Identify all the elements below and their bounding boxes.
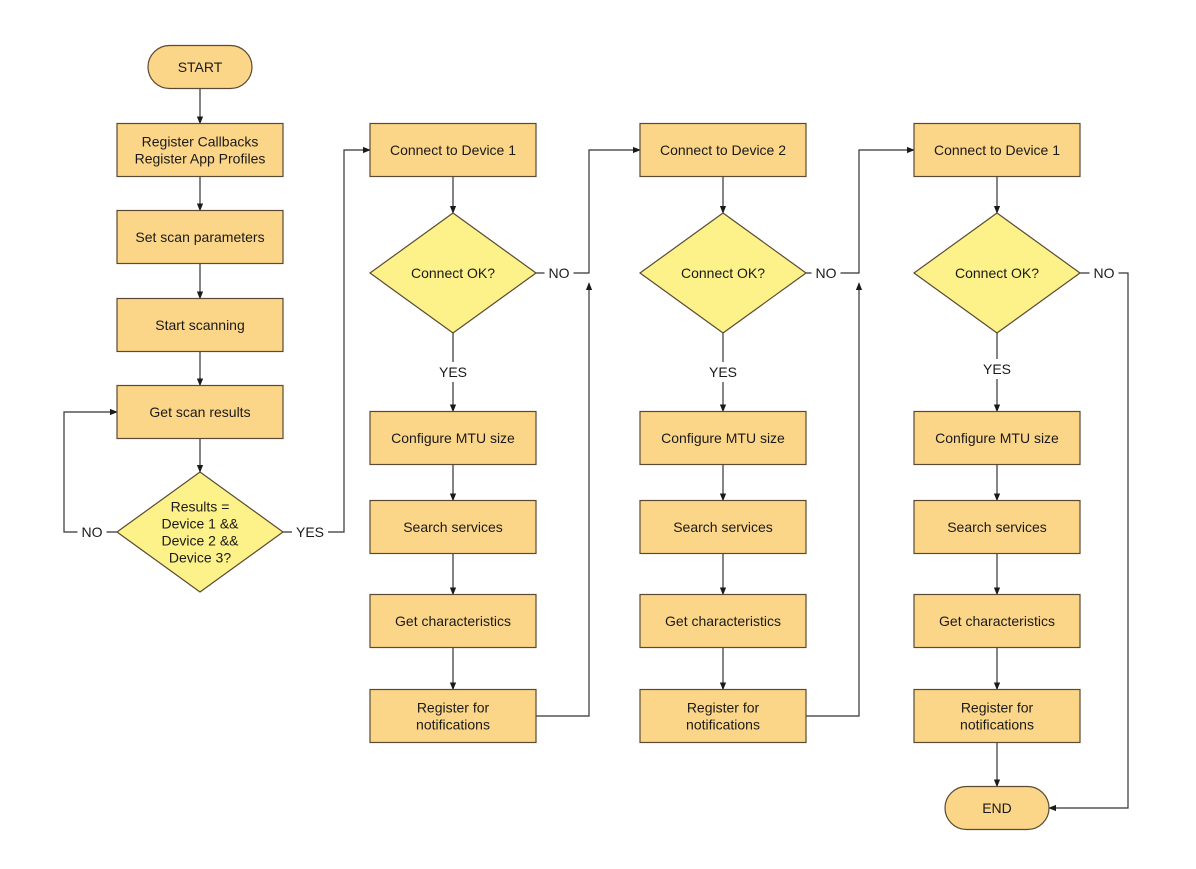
node-label: Register for <box>417 700 490 716</box>
node-label: Configure MTU size <box>935 430 1059 446</box>
node-label: Register Callbacks <box>142 134 259 150</box>
node-c2-mtu: Configure MTU size <box>639 410 807 466</box>
node-set-scan-params: Set scan parameters <box>116 209 284 265</box>
node-c3-notify: Register fornotifications <box>913 688 1081 744</box>
node-label: Configure MTU size <box>391 430 515 446</box>
node-c2-chars: Get characteristics <box>639 593 807 649</box>
edge-label-yes: YES <box>296 524 324 540</box>
edge-results-no-loop <box>63 408 118 533</box>
node-label: Get characteristics <box>939 613 1055 629</box>
node-label: Connect to Device 1 <box>934 142 1060 158</box>
edge-label-yes: YES <box>709 364 737 380</box>
flowchart: START Register CallbacksRegister App Prof… <box>63 44 1129 831</box>
node-label: Connect OK? <box>955 265 1039 281</box>
node-label: Connect to Device 1 <box>390 142 516 158</box>
node-label: Results = <box>171 499 230 515</box>
node-label: Search services <box>673 519 773 535</box>
node-start: START <box>147 44 253 90</box>
node-label: Configure MTU size <box>661 430 785 446</box>
node-c2-notify: Register fornotifications <box>639 688 807 744</box>
node-label: Get characteristics <box>665 613 781 629</box>
edge-results-yes-to-c1-connect <box>283 146 371 533</box>
node-label: START <box>178 59 223 75</box>
node-label: notifications <box>416 717 490 733</box>
nodes-layer: START Register CallbacksRegister App Prof… <box>115 44 1082 831</box>
node-c3-chars: Get characteristics <box>913 593 1081 649</box>
node-label: Register for <box>961 700 1034 716</box>
edge-label-no: NO <box>1094 265 1115 281</box>
node-c3-search: Search services <box>913 499 1081 555</box>
edge-c1-no-to-c2-connect <box>536 146 641 274</box>
edge-c1-notify-to-c2-connect <box>536 282 593 717</box>
node-label: Get scan results <box>149 404 250 420</box>
node-label: Set scan parameters <box>135 229 264 245</box>
node-c2-ok: Connect OK? <box>638 212 808 334</box>
edge-label-no: NO <box>549 265 570 281</box>
edge-c2-no-to-c3-connect <box>806 146 915 274</box>
node-label: Connect OK? <box>411 265 495 281</box>
node-c2-connect: Connect to Device 2 <box>639 122 807 178</box>
node-c3-mtu: Configure MTU size <box>913 410 1081 466</box>
node-c2-search: Search services <box>639 499 807 555</box>
node-label: Device 2 && <box>161 533 239 549</box>
node-c1-ok: Connect OK? <box>368 212 538 334</box>
node-label: Start scanning <box>155 317 245 333</box>
edge-label-yes: YES <box>983 361 1011 377</box>
node-label: Device 1 && <box>161 516 239 532</box>
node-label: Register App Profiles <box>135 151 266 167</box>
node-get-scan-results: Get scan results <box>116 384 284 440</box>
node-c1-mtu: Configure MTU size <box>369 410 537 466</box>
node-c1-search: Search services <box>369 499 537 555</box>
node-label: END <box>982 800 1012 816</box>
node-label: Get characteristics <box>395 613 511 629</box>
edge-label-no: NO <box>82 524 103 540</box>
node-label: Connect OK? <box>681 265 765 281</box>
node-label: Register for <box>687 700 760 716</box>
node-c3-connect: Connect to Device 1 <box>913 122 1081 178</box>
node-c1-notify: Register fornotifications <box>369 688 537 744</box>
edge-c2-notify-to-c3-connect <box>806 282 863 717</box>
node-register-callbacks: Register CallbacksRegister App Profiles <box>116 122 284 178</box>
node-label: Device 3? <box>169 550 231 566</box>
edge-label-no: NO <box>816 265 837 281</box>
node-end: END <box>944 785 1050 831</box>
node-c1-chars: Get characteristics <box>369 593 537 649</box>
node-label: Connect to Device 2 <box>660 142 786 158</box>
edge-label-yes: YES <box>439 364 467 380</box>
node-start-scanning: Start scanning <box>116 297 284 353</box>
node-label: Search services <box>403 519 503 535</box>
node-label: notifications <box>686 717 760 733</box>
node-label: Search services <box>947 519 1047 535</box>
node-c1-connect: Connect to Device 1 <box>369 122 537 178</box>
node-label: notifications <box>960 717 1034 733</box>
node-results-check: Results =Device 1 &&Device 2 &&Device 3? <box>115 471 285 593</box>
node-c3-ok: Connect OK? <box>912 212 1082 334</box>
